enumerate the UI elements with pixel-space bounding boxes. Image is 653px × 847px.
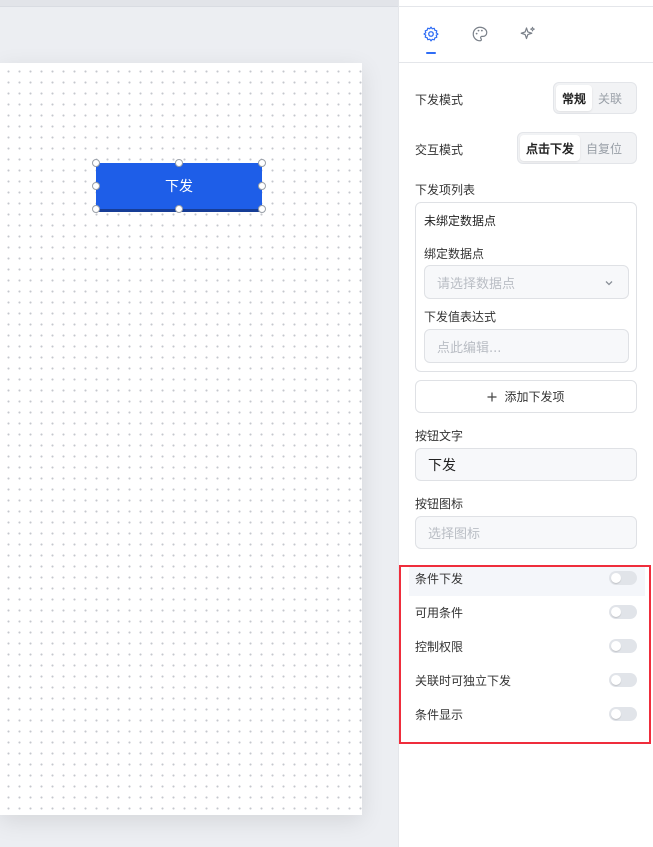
conditional-display-toggle[interactable] — [609, 707, 637, 721]
button-icon-placeholder: 选择图标 — [428, 527, 481, 542]
gear-icon — [423, 26, 439, 42]
resize-handle-right[interactable] — [258, 182, 266, 190]
panel-tab-bar — [399, 6, 653, 63]
issue-widget-button[interactable]: 下发 — [96, 163, 262, 209]
add-issue-item-label: 添加下发项 — [504, 390, 565, 404]
resize-handle-bottom-left[interactable] — [92, 205, 100, 213]
issue-mode-segmented: 常规 关联 — [553, 82, 637, 114]
button-icon-select[interactable]: 选择图标 — [415, 516, 637, 549]
button-text-value: 下发 — [428, 457, 456, 474]
issue-expr-input[interactable]: 点此编辑... — [424, 329, 629, 363]
interaction-mode-segmented: 点击下发 自复位 — [517, 132, 637, 164]
toggle-row-conditional-display: 条件显示 — [415, 704, 637, 724]
datapoint-select-placeholder: 请选择数据点 — [437, 276, 516, 292]
bind-datapoint-label: 绑定数据点 — [424, 247, 485, 261]
resize-handle-top-left[interactable] — [92, 159, 100, 167]
resize-handle-top[interactable] — [175, 159, 183, 167]
issue-mode-option-normal[interactable]: 常规 — [556, 85, 593, 111]
chevron-down-icon — [605, 281, 613, 286]
control-permission-toggle[interactable] — [609, 639, 637, 653]
toggle-knob — [611, 675, 621, 685]
interaction-mode-option-click[interactable]: 点击下发 — [520, 135, 581, 161]
resize-handle-bottom[interactable] — [175, 205, 183, 213]
toggle-knob — [611, 573, 621, 583]
app-window: 下发 下发模式 常规 关联 交互模式 点击下发 自复位 下发项列表 未绑定数据点… — [0, 0, 653, 847]
issue-item-title: 未绑定数据点 — [424, 214, 497, 228]
toggle-label: 关联时可独立下发 — [415, 674, 512, 688]
conditional-issue-toggle[interactable] — [609, 571, 637, 585]
available-condition-toggle[interactable] — [609, 605, 637, 619]
tab-style[interactable] — [466, 20, 494, 48]
toggle-label: 条件下发 — [415, 572, 464, 586]
button-text-label: 按钮文字 — [415, 429, 464, 443]
plus-icon — [487, 392, 497, 401]
resize-handle-top-right[interactable] — [258, 159, 266, 167]
canvas-top-strip — [0, 0, 398, 7]
sparkle-icon — [520, 26, 535, 40]
toggle-row-conditional-issue: 条件下发 — [415, 568, 637, 588]
issue-expr-label: 下发值表达式 — [424, 310, 497, 324]
toggle-label: 条件显示 — [415, 708, 464, 722]
issue-mode-option-linked[interactable]: 关联 — [592, 85, 628, 111]
button-icon-label: 按钮图标 — [415, 497, 464, 511]
toggle-row-control-permission: 控制权限 — [415, 636, 637, 656]
toggle-row-independent-issue: 关联时可独立下发 — [415, 670, 637, 690]
tab-effects[interactable] — [514, 20, 542, 48]
properties-panel: 下发模式 常规 关联 交互模式 点击下发 自复位 下发项列表 未绑定数据点 绑定… — [398, 0, 653, 847]
add-issue-item-button[interactable]: 添加下发项 — [415, 380, 637, 413]
toggle-knob — [611, 641, 621, 651]
datapoint-select[interactable]: 请选择数据点 — [424, 265, 629, 299]
toggle-label: 可用条件 — [415, 606, 464, 620]
resize-handle-bottom-right[interactable] — [258, 205, 266, 213]
toggle-label: 控制权限 — [415, 640, 464, 654]
palette-icon — [472, 26, 488, 42]
issue-widget-label: 下发 — [165, 179, 193, 195]
resize-handle-left[interactable] — [92, 182, 100, 190]
issue-item-card: 未绑定数据点 绑定数据点 请选择数据点 下发值表达式 点此编辑... — [415, 202, 637, 372]
tab-settings[interactable] — [417, 20, 445, 54]
issue-mode-label: 下发模式 — [415, 93, 464, 107]
button-text-input[interactable]: 下发 — [415, 448, 637, 481]
interaction-mode-label: 交互模式 — [415, 143, 464, 157]
toggle-row-available-condition: 可用条件 — [415, 602, 637, 622]
toggle-knob — [611, 709, 621, 719]
issue-list-label: 下发项列表 — [415, 183, 476, 197]
interaction-mode-option-reset[interactable]: 自复位 — [580, 135, 628, 161]
independent-issue-toggle[interactable] — [609, 673, 637, 687]
toggle-knob — [611, 607, 621, 617]
issue-expr-placeholder: 点此编辑... — [437, 340, 502, 356]
editor-canvas[interactable]: 下发 — [0, 0, 398, 847]
